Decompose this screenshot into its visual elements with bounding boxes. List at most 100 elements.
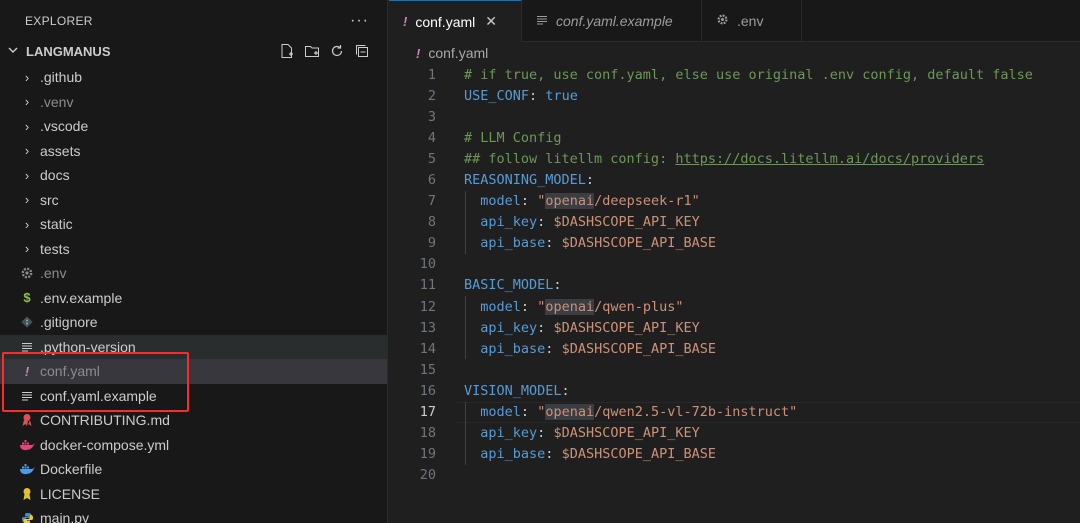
line-number: 4 (427, 129, 436, 146)
yaml-colon: : (537, 425, 546, 442)
code-line: 2 USE_CONF: true (389, 85, 1080, 106)
yaml-colon: : (545, 235, 554, 252)
code-line: 7 model: "openai/deepseek-r1" (389, 190, 1080, 212)
tree-item-label: docker-compose.yml (40, 436, 170, 453)
line-number: 10 (419, 256, 436, 273)
code-line: 19 api_base: $DASHSCOPE_API_BASE (389, 443, 1080, 465)
refresh-icon[interactable] (329, 43, 345, 59)
docker-icon (19, 461, 35, 477)
tree-item-python-version[interactable]: .python-version (0, 334, 387, 359)
lines-icon (19, 339, 35, 355)
tree-item-label: conf.yaml (40, 363, 100, 380)
tree-item-tests[interactable]: › tests (0, 237, 387, 262)
tree-item-label: .python-version (40, 338, 136, 355)
line-text: model: "openai/deepseek-r1" (464, 193, 700, 210)
line-number: 11 (419, 277, 436, 294)
tree-item-conf-yaml-example[interactable]: conf.yaml.example (0, 384, 387, 409)
yaml-key: BASIC_MODEL (464, 277, 554, 294)
tree-item-src[interactable]: › src (0, 188, 387, 213)
tree-item-license[interactable]: LICENSE (0, 482, 387, 507)
editor-area: ! conf.yaml ✕ conf.yaml.example .env ! c… (389, 0, 1080, 523)
tree-item-gitignore[interactable]: .gitignore (0, 310, 387, 335)
line-number: 3 (427, 108, 436, 125)
code-line: 1 # if true, use conf.yaml, else use orig… (389, 64, 1080, 85)
tree-item-label: .env (40, 265, 67, 282)
yaml-colon: : (553, 277, 562, 294)
tree-item-venv[interactable]: › .venv (0, 90, 387, 115)
tree-item-label: .env.example (40, 289, 123, 306)
yaml-value-highlight: openai (545, 298, 595, 315)
tree-item-github[interactable]: › .github (0, 65, 387, 90)
yaml-key: USE_CONF (464, 87, 530, 104)
code-line: 12 model: "openai/qwen-plus" (389, 296, 1080, 318)
tree-item-docker-compose[interactable]: docker-compose.yml (0, 433, 387, 458)
tree-item-dockerfile[interactable]: Dockerfile (0, 457, 387, 482)
collapse-all-icon[interactable] (354, 43, 370, 59)
chevron-right-icon: › (24, 118, 30, 134)
yaml-key: api_base (480, 340, 546, 357)
yaml-key: REASONING_MODEL (464, 172, 586, 189)
yaml-colon: : (545, 446, 554, 463)
chevron-right-icon: › (24, 69, 30, 85)
chevron-right-icon: › (24, 167, 30, 183)
code-line: 9 api_base: $DASHSCOPE_API_BASE (389, 232, 1080, 254)
code-line: 16 VISION_MODEL: (389, 380, 1080, 401)
line-number: 8 (427, 214, 436, 231)
line-number: 13 (419, 319, 436, 336)
line-text: BASIC_MODEL: (464, 277, 562, 293)
workspace-folder-name: LANGMANUS (26, 43, 111, 59)
comment-text: # LLM Config (464, 129, 562, 146)
tree-item-vscode[interactable]: › .vscode (0, 114, 387, 139)
tree-item-assets[interactable]: › assets (0, 139, 387, 164)
gear-icon (19, 265, 35, 281)
tab-label: .env (737, 13, 764, 29)
tree-item-label: Dockerfile (40, 461, 103, 478)
exclamation-icon: ! (403, 14, 408, 29)
tree-item-conf-yaml[interactable]: ! conf.yaml (0, 359, 387, 384)
code-line: 6 REASONING_MODEL: (389, 169, 1080, 190)
breadcrumb: ! conf.yaml (389, 42, 1080, 64)
tree-item-label: assets (40, 142, 81, 159)
comment-text: ## follow litellm config: (464, 150, 676, 167)
line-text: # LLM Config (464, 130, 562, 146)
yaml-value: /deepseek-r1" (594, 193, 700, 210)
chevron-right-icon: › (24, 143, 30, 159)
yaml-value-highlight: openai (545, 193, 595, 210)
line-text: api_key: $DASHSCOPE_API_KEY (464, 425, 700, 441)
new-folder-icon[interactable] (304, 43, 320, 59)
comment-link: https://docs.litellm.ai/docs/providers (675, 150, 985, 167)
tab-bar: ! conf.yaml ✕ conf.yaml.example .env (389, 0, 1080, 42)
tab-conf-yaml-example[interactable]: conf.yaml.example (522, 0, 702, 42)
code-line: 5 ## follow litellm config: https://docs.… (389, 148, 1080, 169)
tree-item-main-py[interactable]: main.py (0, 506, 387, 523)
exclamation-icon: ! (24, 363, 30, 379)
workspace-folder[interactable]: LANGMANUS (0, 40, 387, 62)
close-icon[interactable]: ✕ (485, 13, 497, 30)
lines-icon (536, 14, 548, 29)
more-actions-button[interactable]: ··· (350, 12, 369, 30)
tree-item-label: src (40, 191, 59, 208)
code-line: 8 api_key: $DASHSCOPE_API_KEY (389, 211, 1080, 233)
tree-item-label: main.py (40, 510, 90, 523)
line-number: 19 (419, 446, 436, 463)
line-number: 7 (427, 193, 436, 210)
yaml-value: $DASHSCOPE_API_BASE (561, 446, 717, 463)
code-line: 20 (389, 465, 1080, 486)
tree-item-env[interactable]: .env (0, 261, 387, 286)
tree-item-label: CONTRIBUTING.md (40, 412, 170, 429)
tree-item-static[interactable]: › static (0, 212, 387, 237)
tree-item-contributing[interactable]: CONTRIBUTING.md (0, 408, 387, 433)
line-text: ## follow litellm config: https://docs.l… (464, 151, 984, 167)
chevron-right-icon: › (24, 216, 30, 232)
tab-conf-yaml[interactable]: ! conf.yaml ✕ (389, 0, 522, 42)
tree-item-docs[interactable]: › docs (0, 163, 387, 188)
tab-env[interactable]: .env (702, 0, 802, 42)
code-editor[interactable]: 1 # if true, use conf.yaml, else use orig… (389, 64, 1080, 486)
yaml-value: $DASHSCOPE_API_KEY (553, 214, 700, 231)
tree-item-label: static (40, 216, 73, 233)
tab-label: conf.yaml (415, 13, 476, 30)
new-file-icon[interactable] (279, 43, 295, 59)
tree-item-env-example[interactable]: $ .env.example (0, 286, 387, 311)
breadcrumb-file[interactable]: conf.yaml (428, 45, 488, 61)
yaml-value: $DASHSCOPE_API_KEY (553, 425, 700, 442)
